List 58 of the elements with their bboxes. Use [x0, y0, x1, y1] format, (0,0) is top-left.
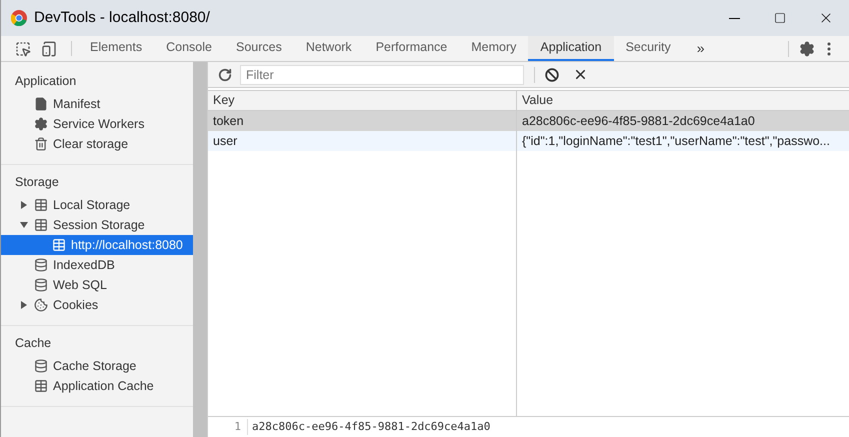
panel-tab[interactable]: Security: [614, 36, 683, 61]
section-heading: Cache: [14, 334, 52, 352]
database-icon: [34, 359, 48, 373]
clear-all-icon[interactable]: [545, 68, 559, 82]
more-menu-icon[interactable]: [827, 42, 831, 56]
browser-logo-icon: [11, 10, 27, 26]
panel-tab[interactable]: Memory: [459, 36, 528, 61]
grid-icon: [34, 379, 48, 393]
table-cell-text: {"id":1,"loginName":"test1","userName":"test","passwo...: [521, 132, 831, 150]
grid-icon: [34, 218, 48, 232]
sidebar-item[interactable]: Clear storage: [1, 134, 193, 154]
gear-icon: [34, 117, 48, 131]
collapsed-arrow-icon[interactable]: [21, 301, 27, 309]
panel-tab[interactable]: Network: [294, 36, 364, 61]
table-cell-text: a28c806c-ee96-4f85-9881-2dc69ce4a1a0: [521, 112, 756, 130]
table-row[interactable]: user {"id":1,"loginName":"test1","userName":"test","passwo...: [208, 131, 849, 151]
sidebar-item[interactable]: Service Workers: [1, 114, 193, 134]
table-cell: user: [208, 131, 517, 151]
database-icon: [34, 258, 48, 272]
panel-tab[interactable]: Application: [528, 36, 614, 61]
grid-icon: [52, 238, 66, 252]
scrollbar[interactable]: [193, 62, 207, 437]
cookie-icon: [34, 298, 48, 312]
window-title: DevTools - localhost:8080/: [34, 8, 210, 28]
line-number: 1: [208, 418, 248, 436]
grid-icon: [34, 198, 48, 212]
sidebar-item[interactable]: http://localhost:8080: [1, 235, 193, 255]
expanded-arrow-icon[interactable]: [20, 222, 28, 228]
sidebar-item[interactable]: Cookies: [1, 295, 193, 315]
section-heading: Storage: [14, 174, 60, 191]
inspect-icon[interactable]: [15, 40, 31, 56]
file-icon: [34, 97, 48, 111]
sidebar-item[interactable]: Cache Storage: [1, 356, 193, 376]
panel-tab[interactable]: Console: [154, 36, 224, 61]
sidebar-item[interactable]: Local Storage: [1, 195, 193, 215]
sidebar-item[interactable]: IndexedDB: [1, 255, 193, 275]
settings-icon[interactable]: [799, 40, 815, 56]
sidebar-item[interactable]: Manifest: [1, 94, 193, 114]
maximize-icon: [774, 12, 786, 24]
delete-icon[interactable]: [573, 67, 588, 82]
section-heading: Application: [14, 72, 78, 90]
panel-tab[interactable]: Elements: [78, 36, 154, 61]
panel-tab[interactable]: Performance: [364, 36, 460, 61]
sidebar-item[interactable]: Session Storage: [1, 215, 193, 235]
column-header[interactable]: Key: [208, 91, 517, 110]
value-preview: a28c806c-ee96-4f85-9881-2dc69ce4a1a0: [251, 418, 490, 435]
trash-icon: [34, 137, 48, 151]
refresh-icon[interactable]: [218, 68, 232, 82]
sidebar-item[interactable]: Application Cache: [1, 376, 193, 396]
column-header[interactable]: Value: [517, 91, 849, 110]
more-tabs-button[interactable]: »: [682, 36, 719, 61]
filter-field[interactable]: Filter: [240, 64, 524, 84]
database-icon: [34, 278, 48, 292]
device-toolbar-icon[interactable]: [41, 40, 57, 56]
collapsed-arrow-icon[interactable]: [21, 201, 27, 209]
sidebar-item[interactable]: Web SQL: [1, 275, 193, 295]
table-row[interactable]: token a28c806c-ee96-4f85-9881-2dc69ce4a1a0: [208, 111, 849, 131]
panel-tab[interactable]: Sources: [224, 36, 294, 61]
